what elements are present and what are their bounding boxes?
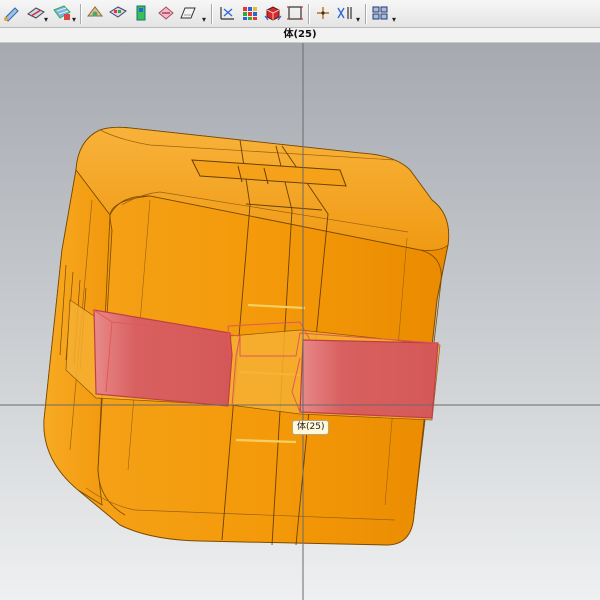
toolbar-separator — [211, 4, 213, 24]
point-icon[interactable] — [313, 4, 333, 22]
color-palette-icon[interactable] — [108, 4, 128, 22]
coordinate-system-icon[interactable] — [217, 4, 237, 22]
sheet-dropdown-arrow[interactable]: ▾ — [202, 16, 206, 24]
view-layout-icon[interactable] — [370, 4, 390, 22]
sketch-dropdown-arrow[interactable]: ▾ — [44, 16, 48, 24]
view-layout-dropdown-arrow[interactable]: ▾ — [392, 16, 396, 24]
model-view[interactable] — [0, 43, 600, 600]
selection-tooltip: 体(25) — [292, 420, 330, 435]
surface-icon[interactable] — [52, 4, 72, 22]
selected-face-right[interactable] — [299, 339, 439, 419]
toolbar-separator — [308, 4, 310, 24]
layer-icon[interactable] — [131, 4, 151, 22]
bounding-box-icon[interactable] — [285, 4, 305, 22]
feature-edit-icon[interactable] — [2, 4, 22, 22]
solid-cube-icon[interactable] — [263, 4, 283, 22]
face-blend-icon[interactable] — [85, 4, 105, 22]
toolbar-separator — [365, 4, 367, 24]
mirror-icon[interactable] — [335, 4, 355, 22]
mirror-dropdown-arrow[interactable]: ▾ — [356, 16, 360, 24]
toolbar-separator — [80, 4, 82, 24]
color-grid-icon[interactable] — [240, 4, 260, 22]
graphics-viewport[interactable]: 体(25) — [0, 43, 600, 600]
window-title: 体(25) — [0, 28, 600, 43]
surface-dropdown-arrow[interactable]: ▾ — [72, 16, 76, 24]
main-toolbar: ▾ ▾ ▾ ▾ ▾ — [0, 0, 600, 28]
sheet-icon[interactable] — [178, 4, 198, 22]
sketch-icon[interactable] — [26, 4, 46, 22]
section-view-icon[interactable] — [156, 4, 176, 22]
